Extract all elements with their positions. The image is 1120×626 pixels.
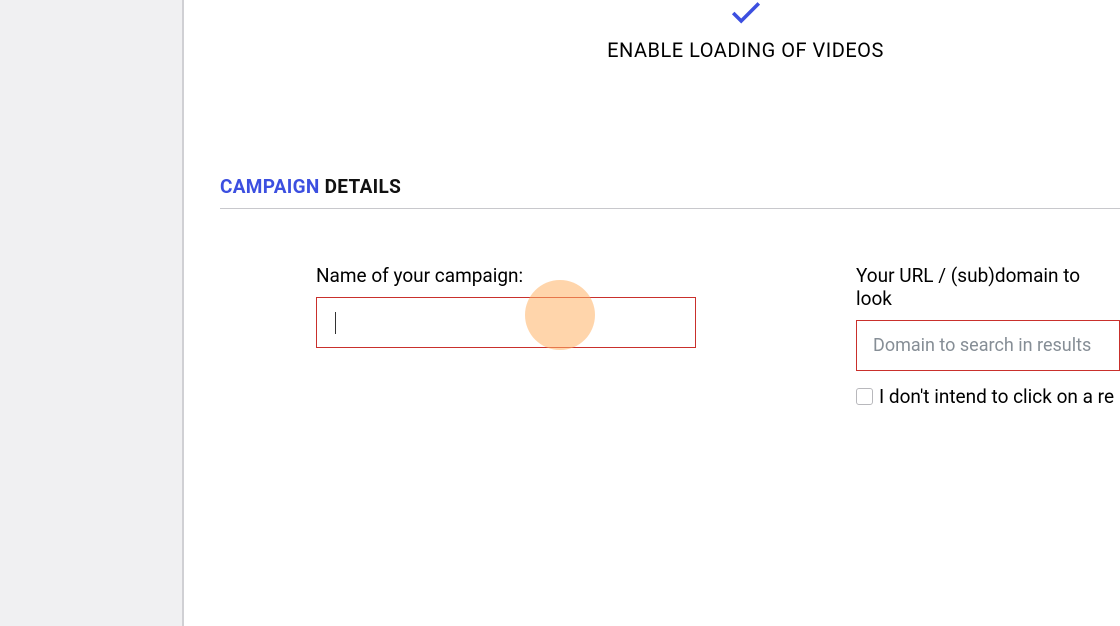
text-cursor: [335, 312, 336, 334]
section-title-campaign: CAMPAIGN: [220, 175, 320, 198]
campaign-name-label: Name of your campaign:: [316, 264, 696, 287]
section-title: CAMPAIGN DETAILS: [220, 175, 1120, 208]
no-click-checkbox-label: I don't intend to click on a re: [879, 385, 1114, 408]
checkmark-icon: [730, 0, 762, 30]
main-content: ENABLE LOADING OF VIDEOS CAMPAIGN DETAIL…: [186, 0, 1120, 626]
section-divider: [220, 208, 1120, 209]
checkbox-row: I don't intend to click on a re: [856, 385, 1120, 408]
section-header: CAMPAIGN DETAILS: [220, 175, 1120, 209]
url-domain-input[interactable]: [856, 320, 1120, 371]
no-click-checkbox[interactable]: [856, 388, 873, 405]
video-enable-section: ENABLE LOADING OF VIDEOS: [186, 0, 1120, 62]
url-domain-label: Your URL / (sub)domain to look: [856, 264, 1120, 310]
sidebar: [0, 0, 184, 626]
enable-videos-label: ENABLE LOADING OF VIDEOS: [371, 38, 1120, 62]
campaign-name-group: Name of your campaign:: [316, 264, 696, 348]
campaign-name-input[interactable]: [316, 297, 696, 348]
section-title-details: DETAILS: [320, 175, 401, 198]
url-domain-group: Your URL / (sub)domain to look I don't i…: [856, 264, 1120, 408]
